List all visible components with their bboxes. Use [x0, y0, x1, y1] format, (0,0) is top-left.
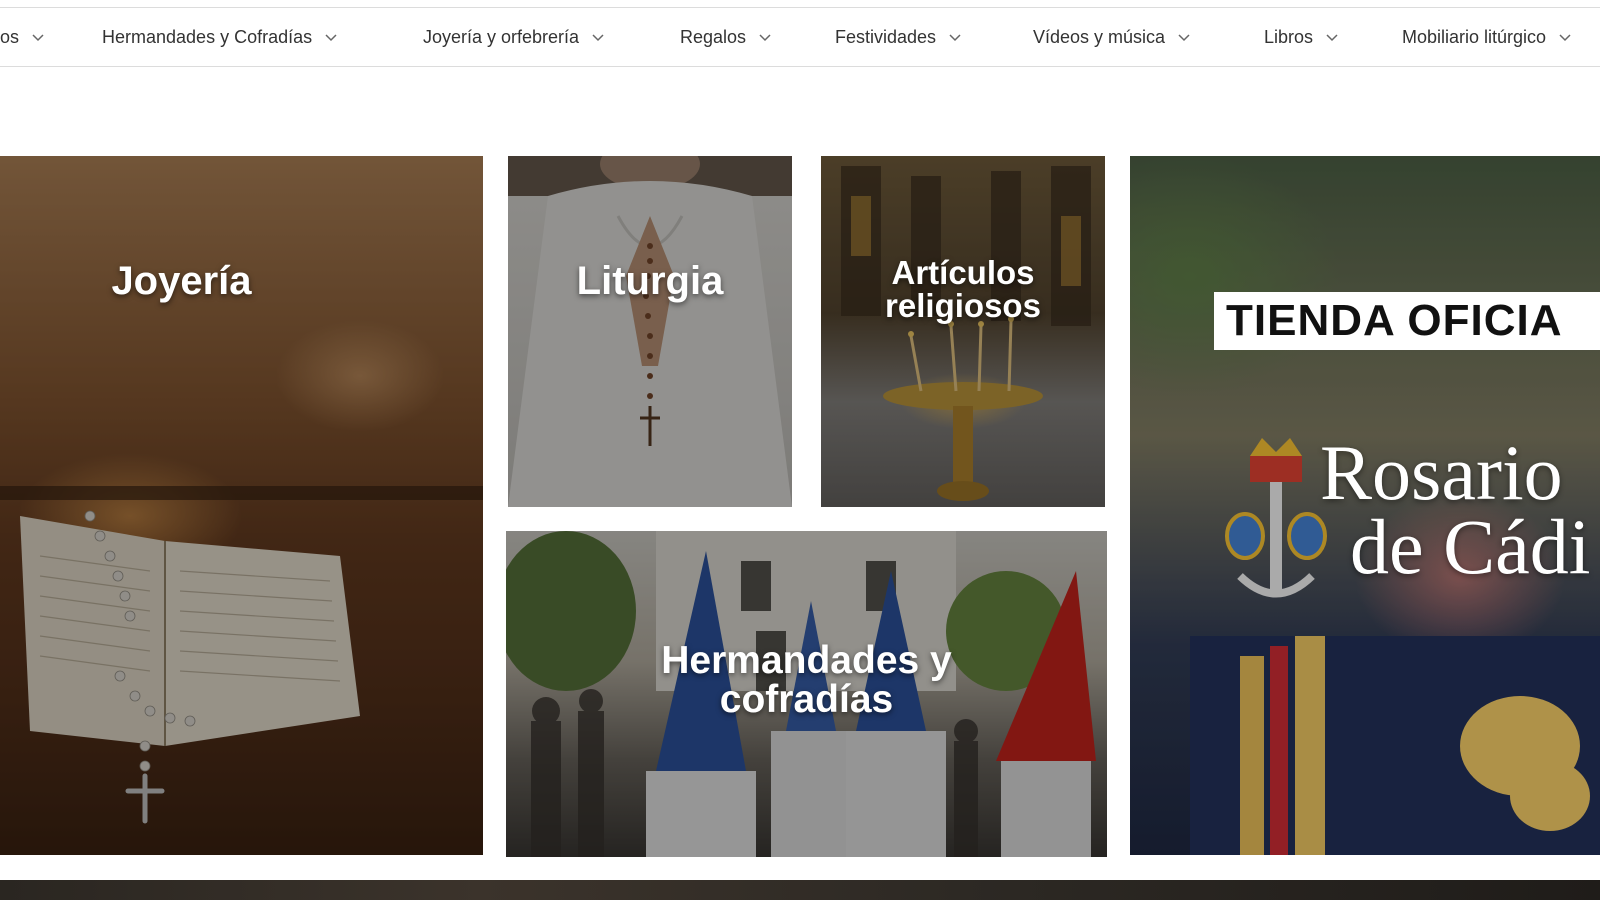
chevron-down-icon [31, 30, 45, 44]
chevron-down-icon [1177, 30, 1191, 44]
nav-item-libros[interactable]: Libros [1264, 8, 1339, 66]
nav-item-mobiliario[interactable]: Mobiliario litúrgico [1402, 8, 1572, 66]
nav-item-label: os [0, 26, 20, 47]
tile-title-line2: cofradías [719, 678, 894, 721]
nav-item-label: Vídeos y música [1033, 26, 1166, 47]
tile-title-liturgia: Liturgia [576, 259, 724, 303]
tile-overlay [821, 156, 1105, 507]
brand-line2: de Cádi [1350, 503, 1591, 591]
tile-title-joyeria: Joyería [111, 259, 252, 303]
nav-item-joyeria[interactable]: Joyería y orfebrería [423, 8, 605, 66]
nav-item-partial[interactable]: os [0, 8, 45, 66]
chevron-down-icon [324, 30, 338, 44]
main-nav: os Hermandades y Cofradías Joyería y orf… [0, 7, 1600, 67]
tile-overlay [508, 156, 792, 507]
brand-line1: Rosario [1320, 429, 1563, 516]
nav-item-hermandades[interactable]: Hermandades y Cofradías [102, 8, 338, 66]
nav-item-videos[interactable]: Vídeos y música [1033, 8, 1191, 66]
nav-item-festividades[interactable]: Festividades [835, 8, 962, 66]
chevron-down-icon [948, 30, 962, 44]
nav-item-label: Libros [1264, 26, 1314, 47]
tile-title-hermandades: Hermandades y cofradías [506, 641, 1107, 719]
brand-logo-text: Rosario de Cádi [1320, 429, 1591, 591]
nav-item-label: Joyería y orfebrería [423, 26, 580, 47]
chevron-down-icon [1558, 30, 1572, 44]
next-section-banner-edge [0, 880, 1600, 900]
tile-title-articulos: Artículos religiosos [821, 256, 1105, 322]
tile-title-line1: Artículos [891, 254, 1035, 291]
tienda-oficial-badge: TIENDA OFICIA [1214, 292, 1600, 350]
tile-title-line1: Hermandades y [661, 639, 952, 682]
tile-title-line2: religiosos [885, 287, 1041, 324]
category-tile-hermandades[interactable]: Hermandades y cofradías [506, 531, 1107, 857]
nav-item-label: Hermandades y Cofradías [102, 26, 313, 47]
promo-tile-rosario-cadiz[interactable]: TIENDA OFICIA Rosario de Cádi [1130, 156, 1600, 855]
nav-item-label: Mobiliario litúrgico [1402, 26, 1547, 47]
category-tile-articulos-religiosos[interactable]: Artículos religiosos [821, 156, 1105, 507]
category-tile-liturgia[interactable]: Liturgia [508, 156, 792, 507]
chevron-down-icon [1325, 30, 1339, 44]
chevron-down-icon [591, 30, 605, 44]
chevron-down-icon [758, 30, 772, 44]
category-tile-joyeria[interactable]: Joyería [0, 156, 483, 855]
nav-item-regalos[interactable]: Regalos [680, 8, 772, 66]
nav-item-label: Regalos [680, 26, 747, 47]
nav-item-label: Festividades [835, 26, 937, 47]
